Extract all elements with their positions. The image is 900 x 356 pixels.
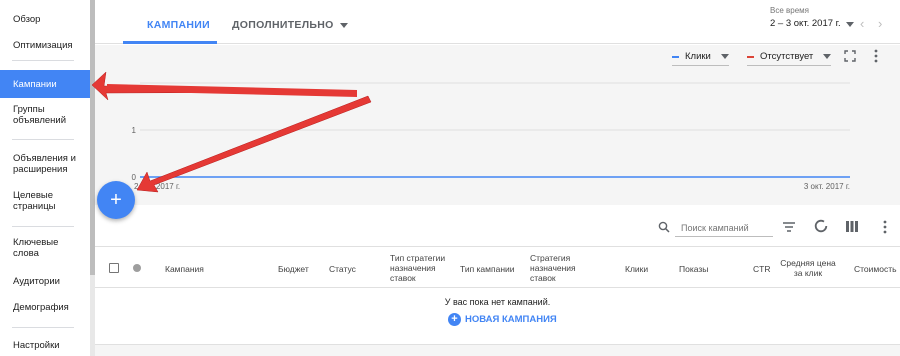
columns-icon[interactable] bbox=[846, 221, 858, 235]
search-input[interactable] bbox=[681, 222, 771, 233]
sidebar-item-keywords[interactable]: Ключевые слова bbox=[0, 237, 70, 259]
fullscreen-icon[interactable] bbox=[844, 50, 856, 65]
sidebar-item-label: Кампании bbox=[13, 78, 57, 90]
table-footer bbox=[95, 344, 900, 356]
active-tab-indicator bbox=[123, 41, 217, 44]
sidebar-item-demographics[interactable]: Демография bbox=[0, 302, 90, 313]
tab-more-dropdown[interactable]: ДОПОЛНИТЕЛЬНО bbox=[232, 19, 348, 31]
sidebar-item-audiences[interactable]: Аудитории bbox=[0, 276, 90, 287]
metric-color-swatch bbox=[747, 55, 754, 58]
new-campaign-label: НОВАЯ КАМПАНИЯ bbox=[465, 314, 557, 325]
add-campaign-fab[interactable]: + bbox=[97, 181, 135, 219]
status-dot-icon bbox=[133, 264, 141, 272]
column-header[interactable]: Показы bbox=[679, 264, 708, 274]
chevron-down-icon bbox=[720, 54, 729, 59]
sidebar-divider bbox=[12, 226, 74, 227]
column-header[interactable]: Кампания bbox=[165, 264, 204, 274]
sidebar-divider bbox=[12, 139, 74, 140]
search-field bbox=[675, 219, 773, 237]
column-header[interactable]: CTR bbox=[753, 264, 770, 274]
sidebar-divider bbox=[12, 327, 74, 328]
metric-label: Клики bbox=[685, 51, 711, 62]
more-vert-icon[interactable] bbox=[882, 220, 888, 237]
more-vert-icon[interactable] bbox=[873, 49, 879, 66]
line-chart: 0 1 2 окт. 2017 г. 3 окт. 2017 г. bbox=[132, 82, 850, 191]
y-tick-label: 0 bbox=[132, 173, 137, 182]
tabs-bar: КАМПАНИИ ДОПОЛНИТЕЛЬНО Все время 2 – 3 о… bbox=[95, 0, 900, 44]
sidebar-item-ads-extensions[interactable]: Объявления и расширения bbox=[0, 153, 82, 175]
y-tick-label: 1 bbox=[132, 126, 137, 135]
column-header[interactable]: Статус bbox=[329, 264, 356, 274]
add-circle-icon: + bbox=[448, 313, 461, 326]
sidebar-item-settings[interactable]: Настройки bbox=[0, 340, 90, 351]
column-header[interactable]: Бюджет bbox=[278, 264, 309, 274]
column-header[interactable]: Клики bbox=[625, 264, 648, 274]
date-range-dropdown-icon[interactable] bbox=[846, 22, 854, 27]
select-all-checkbox[interactable] bbox=[109, 263, 119, 273]
column-header[interactable]: Стоимость bbox=[854, 264, 897, 274]
empty-state-message: У вас пока нет кампаний. bbox=[444, 297, 551, 307]
tab-more-label: ДОПОЛНИТЕЛЬНО bbox=[232, 19, 334, 31]
segment-icon[interactable] bbox=[814, 219, 828, 236]
metric-selector-clicks[interactable]: Клики bbox=[672, 50, 729, 66]
date-range-picker[interactable]: 2 – 3 окт. 2017 г. bbox=[770, 18, 841, 29]
metric-color-swatch bbox=[672, 55, 679, 58]
sidebar-item-campaigns[interactable]: Кампании bbox=[0, 70, 90, 98]
metric-label: Отсутствует bbox=[760, 51, 814, 62]
sidebar-item-optimization[interactable]: Оптимизация bbox=[0, 40, 90, 51]
sidebar-item-landing-pages[interactable]: Целевые страницы bbox=[0, 190, 70, 212]
new-campaign-link[interactable]: + НОВАЯ КАМПАНИЯ bbox=[448, 313, 557, 326]
tab-campaigns[interactable]: КАМПАНИИ bbox=[147, 19, 210, 31]
filter-icon[interactable] bbox=[783, 221, 795, 235]
sidebar-item-ad-groups[interactable]: Группы объявлений bbox=[0, 104, 80, 126]
chevron-down-icon bbox=[339, 22, 348, 28]
column-header[interactable]: Стратегия назначения ставок bbox=[530, 253, 588, 283]
column-header[interactable]: Средняя цена за клик bbox=[779, 258, 837, 278]
sidebar-nav: Обзор Оптимизация Кампании Группы объявл… bbox=[0, 0, 90, 356]
metric-selector-secondary[interactable]: Отсутствует bbox=[747, 50, 832, 66]
column-header[interactable]: Тип стратегии назначения ставок bbox=[390, 253, 452, 283]
sidebar-divider bbox=[12, 60, 74, 61]
main-content: КАМПАНИИ ДОПОЛНИТЕЛЬНО Все время 2 – 3 о… bbox=[95, 0, 900, 356]
date-range-label: Все время bbox=[770, 6, 809, 15]
next-period-icon[interactable]: › bbox=[878, 16, 882, 31]
x-tick-label: 3 окт. 2017 г. bbox=[804, 182, 850, 191]
prev-period-icon[interactable]: ‹ bbox=[860, 16, 864, 31]
chevron-down-icon bbox=[823, 54, 832, 59]
table-header: Кампания Бюджет Статус Тип стратегии наз… bbox=[95, 246, 900, 288]
search-icon bbox=[658, 221, 670, 236]
sidebar-item-overview[interactable]: Обзор bbox=[0, 14, 90, 25]
x-tick-label: 2 окт. 2017 г. bbox=[134, 182, 180, 191]
column-header[interactable]: Тип кампании bbox=[460, 264, 515, 274]
